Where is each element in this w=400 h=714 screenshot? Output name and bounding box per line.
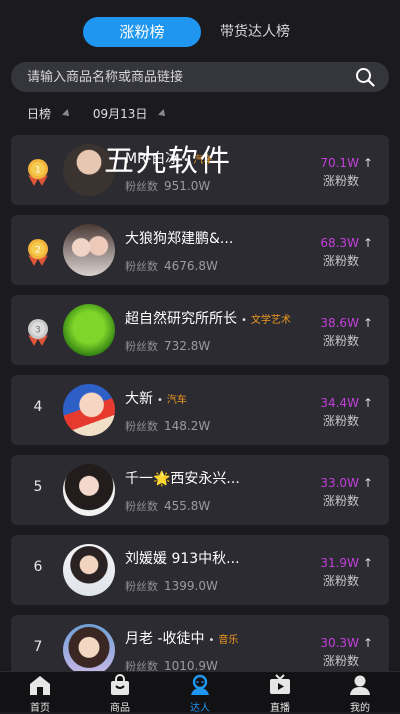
search-icon[interactable] — [355, 67, 375, 87]
nav-label: 首页 — [30, 703, 50, 714]
category-tag: 音乐 — [218, 635, 239, 646]
rank-number: 4 — [33, 399, 43, 415]
svg-text:1: 1 — [35, 166, 41, 176]
avatar — [63, 544, 115, 596]
date-filter[interactable]: 09月13日 — [92, 105, 169, 122]
category-tag: 文学艺术 — [250, 315, 291, 326]
fans-count: 粉丝数 732.8W — [125, 339, 211, 353]
bottom-nav: 首页 商品 达人 直播 我的 — [0, 671, 400, 714]
filter-row: 日榜 09月13日 — [27, 105, 185, 123]
gain-label: 涨粉数 — [322, 254, 359, 268]
influencer-name: 大新 • 汽车 — [125, 391, 187, 407]
fans-count: 粉丝数 1399.0W — [125, 579, 218, 593]
svg-text:2: 2 — [35, 246, 41, 256]
avatar — [63, 384, 115, 436]
nav-label: 直播 — [270, 703, 290, 714]
avatar — [63, 624, 115, 676]
influencer-name: 千一🌟西安永兴... — [125, 471, 240, 487]
dropdown-triangle-icon — [62, 108, 72, 119]
ranking-tabs: 涨粉榜 带货达人榜 — [0, 17, 400, 47]
dropdown-triangle-icon — [158, 108, 169, 119]
date-label: 09月13日 — [92, 107, 148, 121]
gain-value: 33.0W ↑ — [320, 476, 373, 490]
nav-products[interactable]: 商品 — [80, 674, 160, 714]
silver-medal-icon: 2 — [28, 239, 48, 266]
gain-value: 34.4W ↑ — [320, 396, 373, 410]
nav-live[interactable]: 直播 — [240, 674, 320, 714]
tv-icon — [270, 674, 290, 694]
tab-fans-growth[interactable]: 涨粉榜 — [83, 17, 201, 47]
gold-medal-icon: 1 — [28, 159, 48, 186]
nav-home[interactable]: 首页 — [0, 674, 80, 714]
nav-influencers[interactable]: 达人 — [160, 674, 240, 714]
avatar — [63, 304, 115, 356]
fans-count: 粉丝数 951.0W — [125, 179, 211, 193]
gain-value: 68.3W ↑ — [320, 236, 373, 250]
gain-label: 涨粉数 — [322, 494, 359, 508]
nav-label: 达人 — [190, 703, 210, 714]
gain-value: 70.1W ↑ — [320, 156, 373, 170]
period-label: 日榜 — [27, 107, 52, 121]
avatar — [63, 224, 115, 276]
list-item[interactable]: 5 千一🌟西安永兴... 粉丝数 455.8W 33.0W ↑ 涨粉数 — [11, 455, 389, 525]
gain-label: 涨粉数 — [322, 414, 359, 428]
category-tag: 汽车 — [166, 395, 187, 406]
list-item[interactable]: 6 刘媛媛 913中秋... 粉丝数 1399.0W 31.9W ↑ 涨粉数 — [11, 535, 389, 605]
gain-label: 涨粉数 — [322, 174, 359, 188]
gain-label: 涨粉数 — [322, 574, 359, 588]
watermark-text: 五九软件 — [104, 144, 232, 179]
period-filter[interactable]: 日榜 — [27, 105, 72, 122]
svg-text:3: 3 — [35, 326, 41, 336]
rank-number: 6 — [33, 559, 43, 575]
bag-icon — [111, 674, 129, 695]
status-strip — [0, 0, 400, 5]
fans-count: 粉丝数 4676.8W — [125, 259, 218, 273]
list-item[interactable]: 2 大狼狗郑建鹏&... 粉丝数 4676.8W 68.3W ↑ 涨粉数 — [11, 215, 389, 285]
fans-count: 粉丝数 148.2W — [125, 419, 211, 433]
gain-label: 涨粉数 — [322, 654, 359, 668]
gain-value: 30.3W ↑ — [320, 636, 373, 650]
search-input[interactable] — [27, 62, 347, 92]
avatar — [63, 464, 115, 516]
list-item[interactable]: 4 大新 • 汽车 粉丝数 148.2W 34.4W ↑ 涨粉数 — [11, 375, 389, 445]
gain-value: 38.6W ↑ — [320, 316, 373, 330]
fans-count: 粉丝数 455.8W — [125, 499, 211, 513]
rank-number: 7 — [33, 639, 43, 655]
bronze-medal-icon: 3 — [28, 319, 48, 346]
search-bar — [11, 62, 389, 92]
influencer-name: 月老 -收徒中 • 音乐 — [125, 631, 239, 647]
tab-sales-influencers[interactable]: 带货达人榜 — [210, 17, 300, 47]
nav-label: 商品 — [110, 703, 130, 714]
gain-value: 31.9W ↑ — [320, 556, 373, 570]
nav-profile[interactable]: 我的 — [320, 674, 400, 714]
gain-label: 涨粉数 — [322, 334, 359, 348]
people-icon — [191, 674, 209, 695]
list-item[interactable]: 3 超自然研究所所长 • 文学艺术 粉丝数 732.8W 38.6W ↑ 涨粉数 — [11, 295, 389, 365]
home-icon — [30, 676, 50, 695]
influencer-name: 超自然研究所所长 • 文学艺术 — [125, 311, 291, 327]
user-icon — [350, 675, 370, 695]
nav-label: 我的 — [350, 703, 370, 714]
influencer-name: 刘媛媛 913中秋... — [125, 551, 240, 567]
influencer-name: 大狼狗郑建鹏&... — [125, 231, 234, 247]
rank-number: 5 — [33, 479, 43, 495]
